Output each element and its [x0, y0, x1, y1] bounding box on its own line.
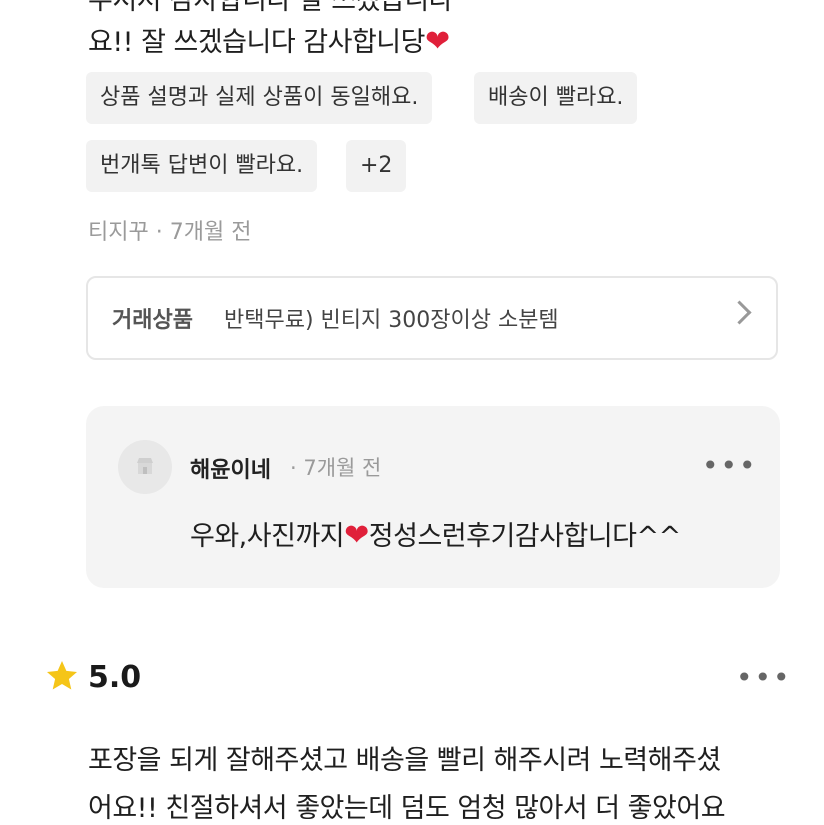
tag-more-button[interactable]: +2 [346, 140, 407, 192]
review-text-line: 요!! 잘 쓰겠습니다 감사합니당❤ [88, 24, 450, 59]
more-horizontal-icon[interactable]: ••• [702, 452, 758, 480]
reply-time: · 7개월 전 [290, 456, 382, 480]
heart-icon: ❤ [344, 518, 369, 553]
review-text-line: 포장을 되게 잘해주셨고 배송을 빨리 해주시려 노력해주셨 [88, 745, 721, 776]
reply-text: 우와,사진까지❤정성스런후기감사합니다^^ [190, 518, 681, 553]
tag-item: 상품 설명과 실제 상품이 동일해요. [86, 72, 433, 124]
store-icon [137, 458, 153, 474]
tag-item: 번개톡 답변이 빨라요. [86, 140, 318, 192]
reply-author[interactable]: 해윤이네 [190, 452, 271, 484]
star-icon [47, 661, 77, 690]
more-horizontal-icon[interactable]: ••• [736, 664, 792, 692]
review-text-top-clipped: 주셔서 감사합니다 잘 쓰겠습니다 [88, 0, 454, 16]
avatar[interactable] [118, 440, 172, 494]
chevron-right-icon [727, 300, 752, 325]
review-text-line: 어요!! 친절하셔서 좋았는데 덤도 엄청 많아서 더 좋았어요 [88, 793, 726, 824]
rating-value: 5.0 [88, 660, 142, 695]
heart-icon: ❤ [424, 24, 450, 59]
traded-product-link[interactable]: 거래상품 반택무료) 빈티지 300장이상 소분템 [86, 276, 778, 360]
review-author[interactable]: 티지꾸 [88, 220, 149, 245]
seller-reply: 해윤이네 · 7개월 전 ••• 우와,사진까지❤정성스런후기감사합니다^^ [86, 406, 780, 588]
review-time: 7개월 전 [169, 220, 252, 245]
review-meta: 티지꾸 · 7개월 전 [88, 220, 252, 245]
product-name: 반택무료) 빈티지 300장이상 소분템 [224, 308, 559, 333]
product-label: 거래상품 [112, 308, 193, 333]
tag-item: 배송이 빨라요. [474, 72, 638, 124]
